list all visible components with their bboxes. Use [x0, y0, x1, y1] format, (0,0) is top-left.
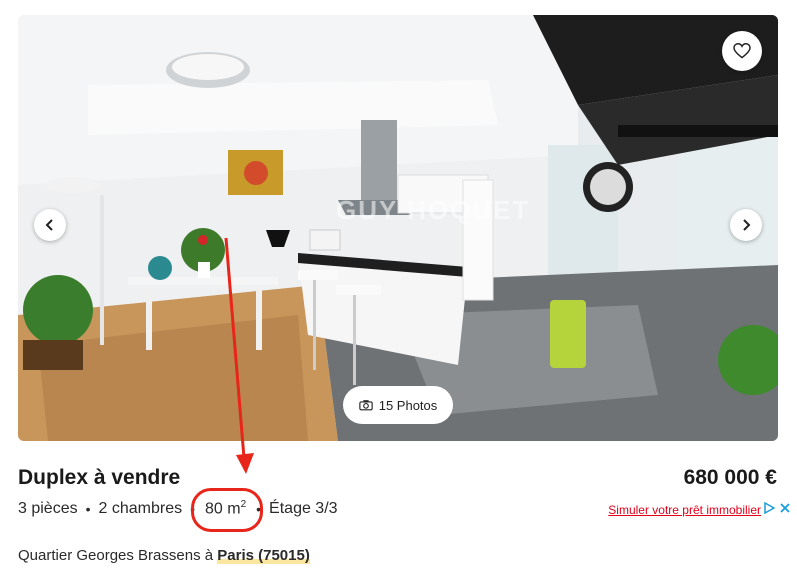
loan-simulator-link[interactable]: Simuler votre prêt immobilier	[608, 503, 761, 517]
separator-dot: •	[256, 500, 262, 517]
bedrooms-count: 2 chambres	[98, 499, 183, 517]
floor-info: Étage 3/3	[269, 499, 338, 517]
chevron-right-icon	[743, 219, 751, 231]
heart-icon	[733, 43, 751, 59]
separator-dot: •	[190, 500, 195, 517]
next-photo-button[interactable]	[730, 209, 762, 241]
favorite-button[interactable]	[722, 31, 762, 71]
agency-watermark: GUY HOQUET	[336, 195, 531, 225]
location-city[interactable]: Paris (75015)	[217, 547, 310, 564]
listing-price: 680 000 €	[683, 466, 777, 489]
chevron-left-icon	[45, 219, 53, 231]
listing-location: Quartier Georges Brassens à Paris (75015…	[18, 547, 310, 564]
previous-photo-button[interactable]	[34, 209, 66, 241]
photo-count-label: 15 Photos	[378, 397, 438, 413]
rooms-count: 3 pièces	[18, 499, 78, 517]
separator-dot: •	[85, 500, 91, 517]
listing-features: 3 pièces • 2 chambres • 80 m2 • Étage 3/…	[18, 488, 338, 532]
location-prefix: Quartier Georges Brassens à	[18, 547, 218, 564]
living-area: 80 m2	[191, 488, 263, 532]
area-unit-exponent: 2	[240, 499, 247, 510]
close-icon[interactable]	[779, 502, 791, 514]
listing-photo[interactable]: GUY HOQUET 15 Photos	[18, 15, 778, 441]
photo-count-button[interactable]: 15 Photos	[343, 386, 453, 424]
adchoices-icon[interactable]	[763, 502, 775, 514]
area-value: 80 m	[205, 500, 241, 518]
apartment-photo-image	[18, 15, 778, 441]
camera-icon	[359, 400, 373, 411]
ad-controls	[763, 502, 791, 514]
listing-title: Duplex à vendre	[18, 466, 181, 489]
